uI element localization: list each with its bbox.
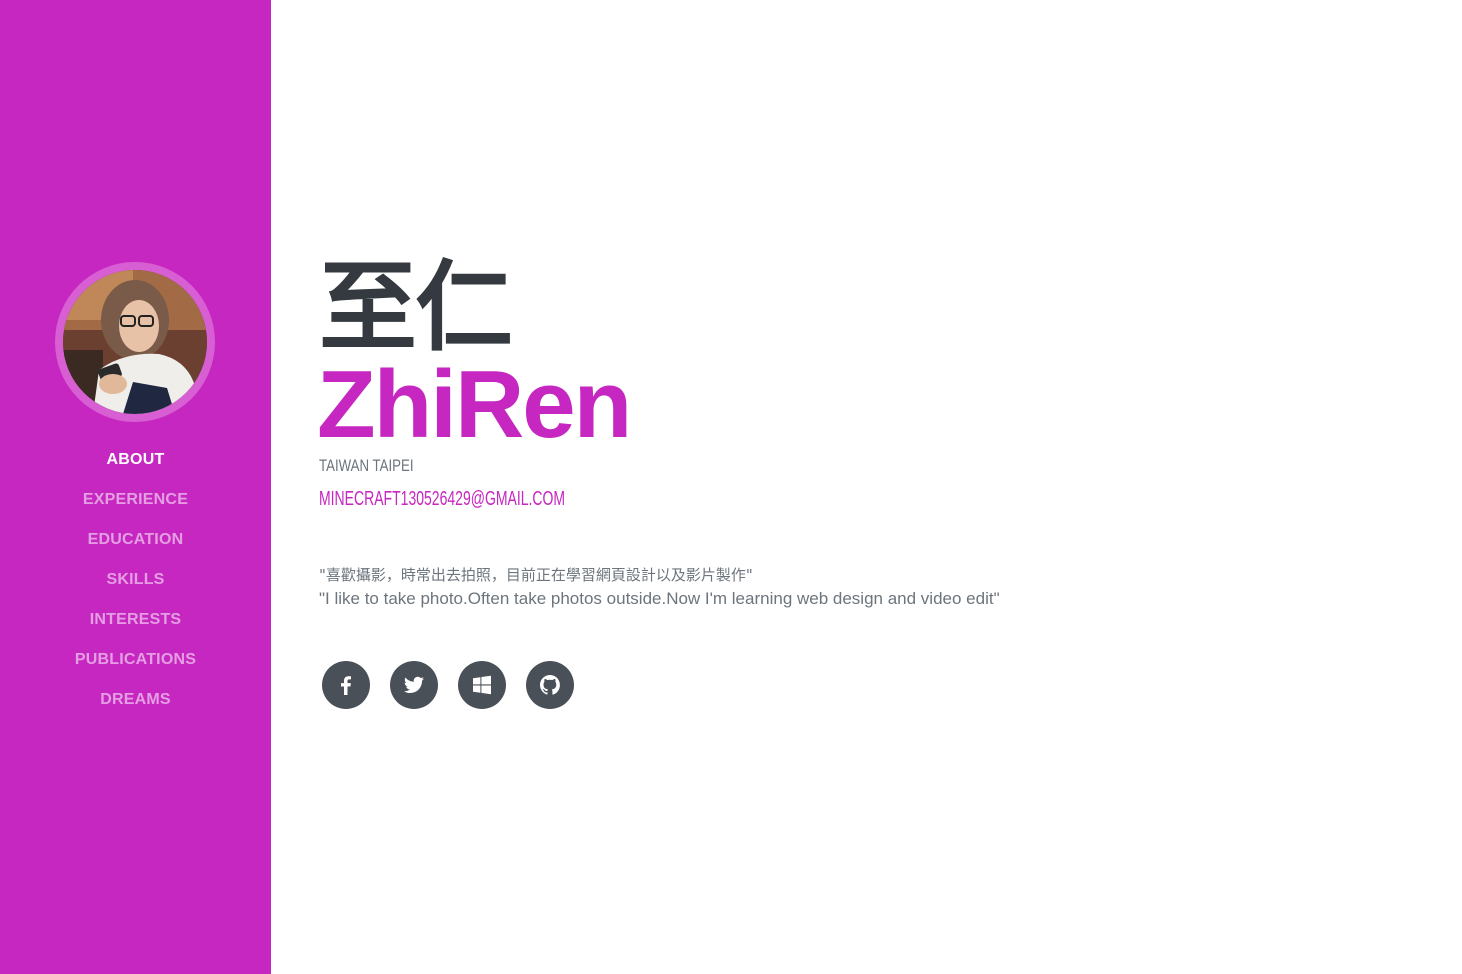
nav-link-experience[interactable]: EXPERIENCE — [83, 491, 188, 508]
avatar — [63, 270, 207, 414]
name-english: ZhiRen — [317, 351, 632, 458]
github-icon — [540, 675, 560, 695]
nav-link-education[interactable]: EDUCATION — [88, 531, 184, 548]
bio-quote-english: "I like to take photo.Often take photos … — [319, 589, 1000, 608]
name-chinese: 至仁 — [319, 251, 513, 365]
avatar-ring — [55, 262, 215, 422]
nav-item-education: EDUCATION — [0, 520, 271, 560]
nav-link-dreams[interactable]: DREAMS — [100, 691, 171, 708]
twitter-button[interactable] — [390, 661, 438, 709]
avatar-photo — [63, 270, 207, 414]
nav-item-about: ABOUT — [0, 440, 271, 480]
github-button[interactable] — [526, 661, 574, 709]
social-icons — [322, 661, 574, 709]
windows-button[interactable] — [458, 661, 506, 709]
nav-item-experience: EXPERIENCE — [0, 480, 271, 520]
location-text: TAIWAN TAIPEI — [319, 456, 414, 475]
nav-link-interests[interactable]: INTERESTS — [90, 611, 182, 628]
about-section: 至仁 ZhiRen TAIWAN TAIPEI MINECRAFT1305264… — [271, 0, 1462, 974]
nav-link-skills[interactable]: SKILLS — [106, 571, 164, 588]
bio-quote-chinese: "喜歡攝影，時常出去拍照，目前正在學習網頁設計以及影片製作" — [319, 566, 753, 584]
sidebar: ABOUT EXPERIENCE EDUCATION SKILLS INTERE… — [0, 0, 271, 974]
email-link[interactable]: MINECRAFT130526429@GMAIL.COM — [319, 488, 565, 511]
windows-icon — [473, 675, 491, 695]
nav-link-about[interactable]: ABOUT — [107, 451, 165, 468]
facebook-button[interactable] — [322, 661, 370, 709]
facebook-icon — [341, 676, 351, 695]
nav-item-interests: INTERESTS — [0, 600, 271, 640]
nav-item-publications: PUBLICATIONS — [0, 640, 271, 680]
twitter-icon — [404, 676, 424, 693]
nav-item-dreams: DREAMS — [0, 680, 271, 720]
nav-link-publications[interactable]: PUBLICATIONS — [75, 651, 196, 668]
nav-item-skills: SKILLS — [0, 560, 271, 600]
sidebar-nav: ABOUT EXPERIENCE EDUCATION SKILLS INTERE… — [0, 440, 271, 720]
bio-quote: "喜歡攝影，時常出去拍照，目前正在學習網頁設計以及影片製作" "I like t… — [319, 563, 1000, 611]
